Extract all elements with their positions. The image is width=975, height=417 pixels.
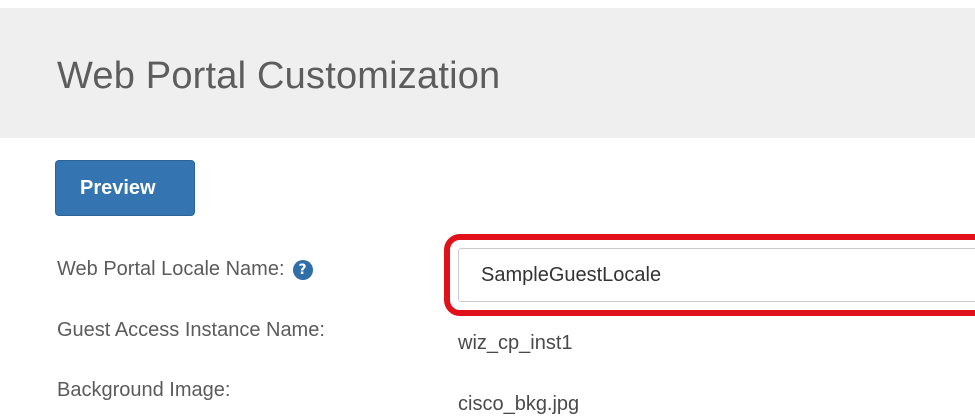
page-header: Web Portal Customization: [0, 8, 975, 138]
locale-name-label: Web Portal Locale Name:?: [57, 258, 313, 281]
preview-button[interactable]: Preview: [55, 160, 195, 216]
locale-name-input[interactable]: [458, 248, 975, 302]
locale-name-label-text: Web Portal Locale Name:: [57, 258, 285, 280]
background-image-value: cisco_bkg.jpg: [458, 393, 580, 415]
question-circle-icon[interactable]: ?: [292, 260, 313, 280]
background-image-label: Background Image:: [57, 379, 231, 401]
guest-access-instance-value: wiz_cp_inst1: [458, 332, 573, 354]
guest-access-instance-label: Guest Access Instance Name:: [57, 319, 325, 341]
page-title: Web Portal Customization: [57, 55, 501, 97]
